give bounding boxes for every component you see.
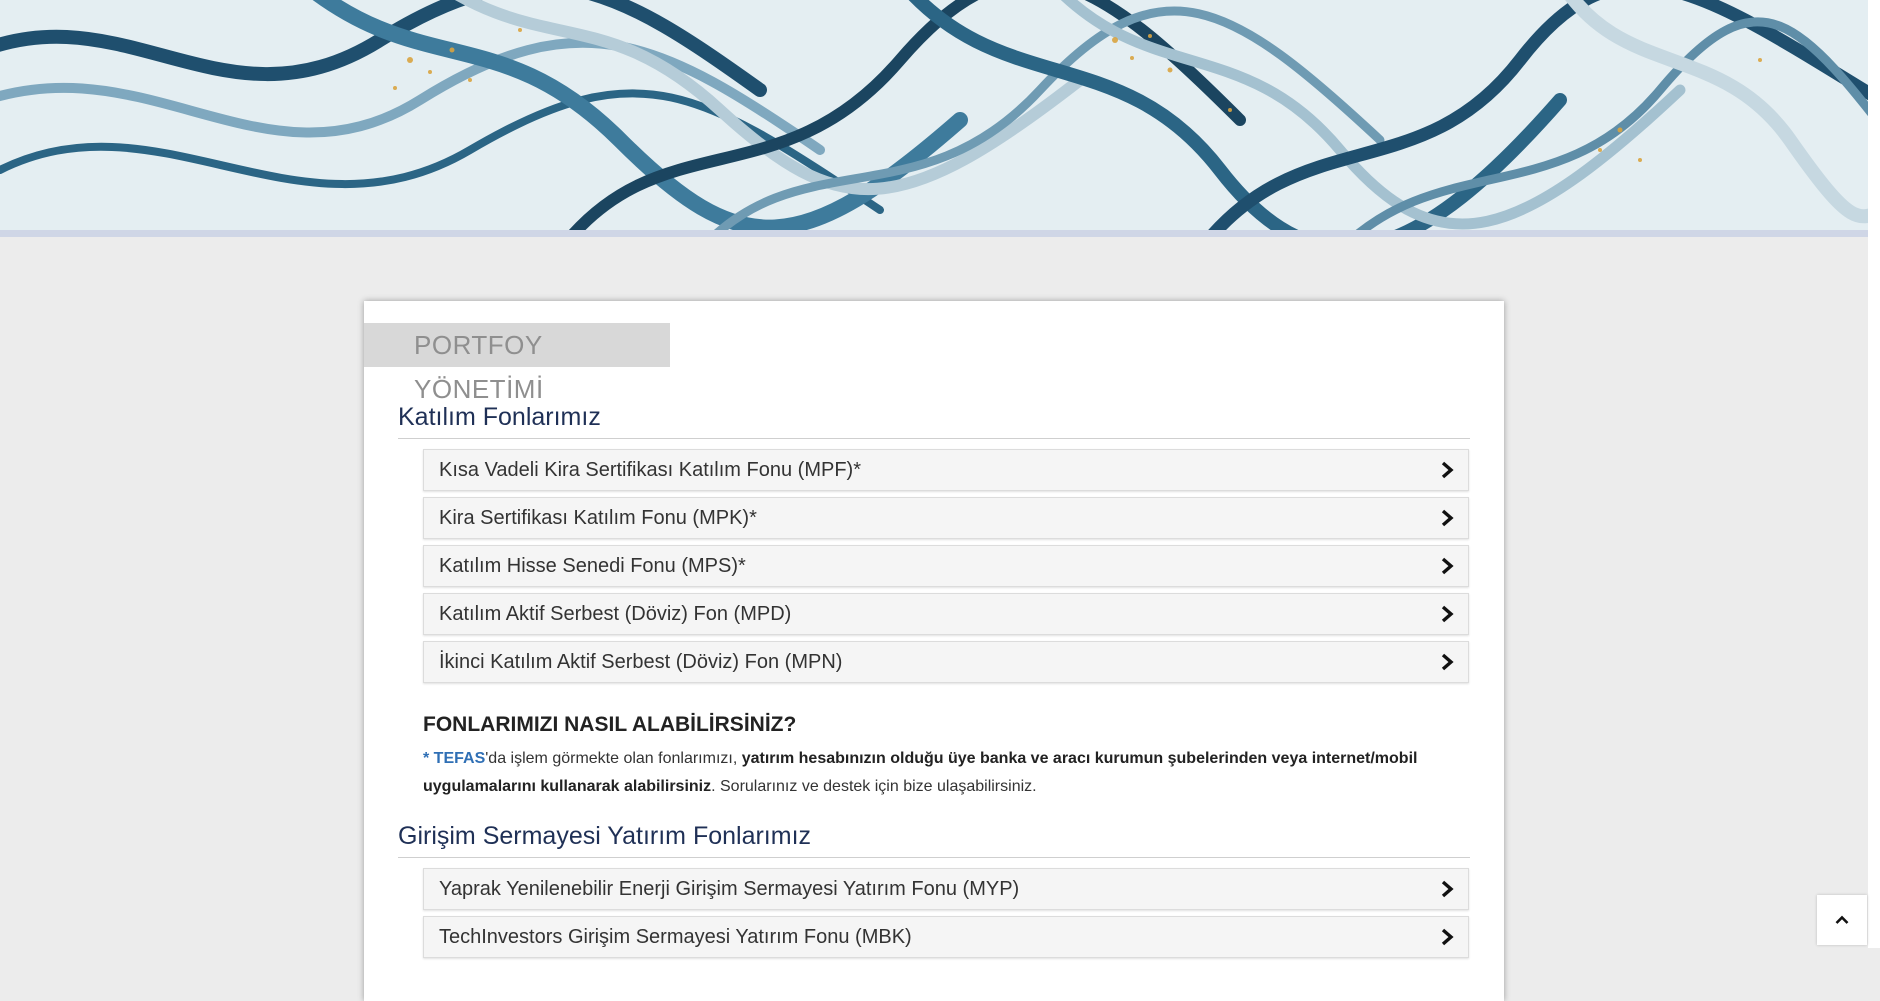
back-to-top-button[interactable] <box>1817 895 1867 945</box>
fund-label: Katılım Hisse Senedi Fonu (MPS)* <box>439 555 746 577</box>
how-to-buy-text-part2: . Sorularınız ve destek için bize ulaşab… <box>711 778 1037 795</box>
content-card: PORTFOY YÖNETİMİ Katılım Fonlarımız Kısa… <box>364 301 1504 1001</box>
chevron-right-icon <box>1441 928 1454 946</box>
girisim-fund-list: Yaprak Yenilenebilir Enerji Girişim Serm… <box>423 868 1469 964</box>
hero-bottom-border <box>0 230 1868 237</box>
section-title-tab: PORTFOY YÖNETİMİ <box>364 323 670 404</box>
fund-label: İkinci Katılım Aktif Serbest (Döviz) Fon… <box>439 651 843 673</box>
how-to-buy-text: * TEFAS'da işlem görmekte olan fonlarımı… <box>423 745 1473 801</box>
chevron-right-icon <box>1441 653 1454 671</box>
fund-label: Katılım Aktif Serbest (Döviz) Fon (MPD) <box>439 603 792 625</box>
chevron-right-icon <box>1441 557 1454 575</box>
fund-item-mps[interactable]: Katılım Hisse Senedi Fonu (MPS)* <box>423 545 1469 587</box>
fund-item-mbk[interactable]: TechInvestors Girişim Sermayesi Yatırım … <box>423 916 1469 958</box>
how-to-buy-text-part1: 'da işlem görmekte olan fonlarımızı, <box>485 750 742 767</box>
katilim-fund-list: Kısa Vadeli Kira Sertifikası Katılım Fon… <box>423 449 1469 689</box>
fund-item-mpn[interactable]: İkinci Katılım Aktif Serbest (Döviz) Fon… <box>423 641 1469 683</box>
girisim-funds-heading: Girişim Sermayesi Yatırım Fonlarımız <box>398 822 1470 858</box>
hero-banner <box>0 0 1868 230</box>
chevron-right-icon <box>1441 605 1454 623</box>
scrollbar[interactable] <box>1868 0 1880 948</box>
chevron-right-icon <box>1441 509 1454 527</box>
katilim-funds-heading: Katılım Fonlarımız <box>398 403 1470 439</box>
fund-label: Kira Sertifikası Katılım Fonu (MPK)* <box>439 507 757 529</box>
fund-item-mpk[interactable]: Kira Sertifikası Katılım Fonu (MPK)* <box>423 497 1469 539</box>
chevron-right-icon <box>1441 461 1454 479</box>
fund-label: TechInvestors Girişim Sermayesi Yatırım … <box>439 926 912 948</box>
fund-item-mpf[interactable]: Kısa Vadeli Kira Sertifikası Katılım Fon… <box>423 449 1469 491</box>
how-to-buy-title: FONLARIMIZI NASIL ALABİLİRSİNİZ? <box>423 713 797 736</box>
marble-banner-image <box>0 0 1868 230</box>
chevron-up-icon <box>1835 915 1849 924</box>
fund-label: Yaprak Yenilenebilir Enerji Girişim Serm… <box>439 878 1020 900</box>
tefas-link[interactable]: * TEFAS <box>423 750 485 767</box>
fund-item-mpd[interactable]: Katılım Aktif Serbest (Döviz) Fon (MPD) <box>423 593 1469 635</box>
chevron-right-icon <box>1441 880 1454 898</box>
fund-item-myp[interactable]: Yaprak Yenilenebilir Enerji Girişim Serm… <box>423 868 1469 910</box>
fund-label: Kısa Vadeli Kira Sertifikası Katılım Fon… <box>439 459 861 481</box>
